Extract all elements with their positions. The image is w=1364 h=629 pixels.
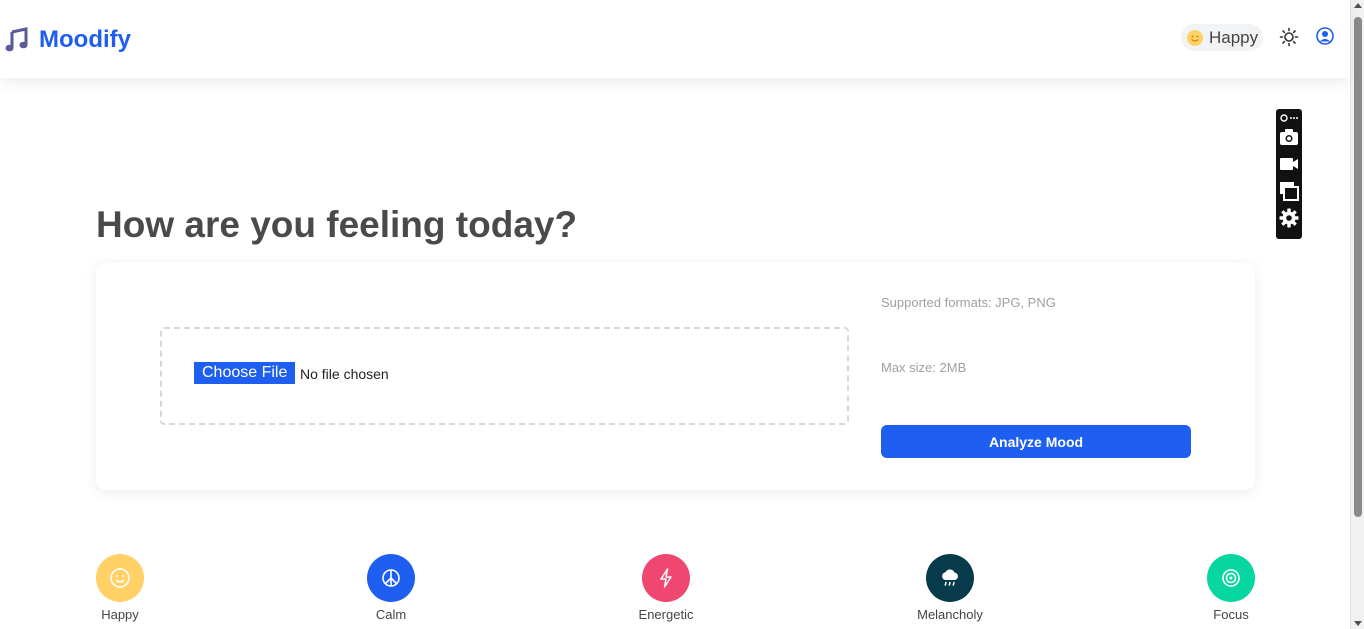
mood-circle bbox=[1207, 554, 1255, 602]
smile-icon bbox=[110, 568, 130, 588]
current-mood-label: Happy bbox=[1209, 27, 1259, 47]
video-icon[interactable] bbox=[1279, 154, 1299, 174]
link-icon[interactable] bbox=[1279, 111, 1299, 123]
file-dropzone[interactable]: Choose File No file chosen bbox=[160, 327, 849, 425]
current-mood-badge[interactable]: Happy bbox=[1181, 24, 1263, 51]
smile-icon bbox=[1187, 29, 1203, 46]
analyze-mood-button[interactable]: Analyze Mood bbox=[881, 425, 1191, 458]
file-status-text: No file chosen bbox=[300, 366, 389, 382]
mood-label: Focus bbox=[1213, 607, 1249, 622]
scroll-thumb[interactable] bbox=[1354, 17, 1362, 517]
peace-icon bbox=[382, 569, 400, 587]
mood-circle bbox=[926, 554, 974, 602]
mood-option-calm[interactable]: Calm bbox=[331, 554, 451, 622]
mood-option-melancholy[interactable]: Melancholy bbox=[890, 554, 1010, 622]
mood-option-happy[interactable]: Happy bbox=[60, 554, 180, 622]
mood-circle bbox=[367, 554, 415, 602]
mood-circle bbox=[642, 554, 690, 602]
scroll-up-arrow-icon[interactable] bbox=[1354, 3, 1362, 8]
brand-logo[interactable]: Moodify bbox=[5, 26, 131, 54]
user-icon[interactable] bbox=[1316, 27, 1334, 45]
upload-card: Choose File No file chosen Supported for… bbox=[96, 263, 1255, 490]
mood-label: Energetic bbox=[638, 607, 694, 622]
mood-option-energetic[interactable]: Energetic bbox=[606, 554, 726, 622]
lightning-icon bbox=[660, 568, 672, 588]
sun-icon[interactable] bbox=[1279, 27, 1299, 47]
mood-label: Calm bbox=[375, 607, 407, 622]
camera-icon[interactable] bbox=[1279, 127, 1299, 147]
page-scrollbar[interactable] bbox=[1350, 0, 1364, 629]
target-icon bbox=[1222, 569, 1240, 587]
page: Moodify Happy How are you feeling today?… bbox=[0, 0, 1364, 629]
supported-formats-hint: Supported formats: JPG, PNG bbox=[881, 295, 1056, 310]
mood-circle bbox=[96, 554, 144, 602]
scroll-down-arrow-icon[interactable] bbox=[1354, 621, 1362, 626]
rain-cloud-icon bbox=[942, 569, 958, 586]
music-note-icon bbox=[5, 27, 29, 53]
top-navbar: Moodify Happy bbox=[0, 0, 1350, 78]
max-size-hint: Max size: 2MB bbox=[881, 360, 967, 375]
window-icon[interactable] bbox=[1279, 181, 1299, 201]
mood-option-focus[interactable]: Focus bbox=[1171, 554, 1291, 622]
choose-file-button[interactable]: Choose File bbox=[194, 362, 296, 384]
settings-icon[interactable] bbox=[1279, 208, 1299, 228]
floating-capture-toolbar bbox=[1276, 109, 1302, 239]
mood-label: Melancholy bbox=[917, 607, 983, 622]
brand-name: Moodify bbox=[39, 26, 131, 53]
page-title: How are you feeling today? bbox=[96, 204, 578, 245]
mood-label: Happy bbox=[101, 607, 139, 622]
